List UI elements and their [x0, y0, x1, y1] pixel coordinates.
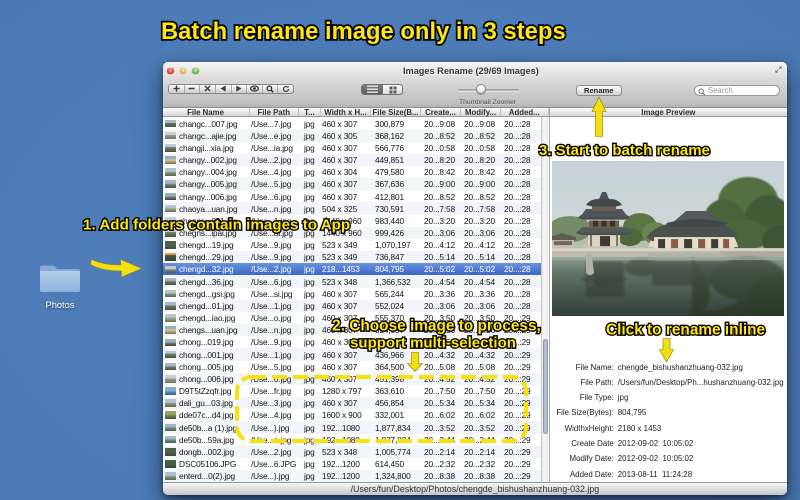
svg-text:Batch rename image only in 3 s: Batch rename image only in 3 steps — [161, 18, 566, 45]
